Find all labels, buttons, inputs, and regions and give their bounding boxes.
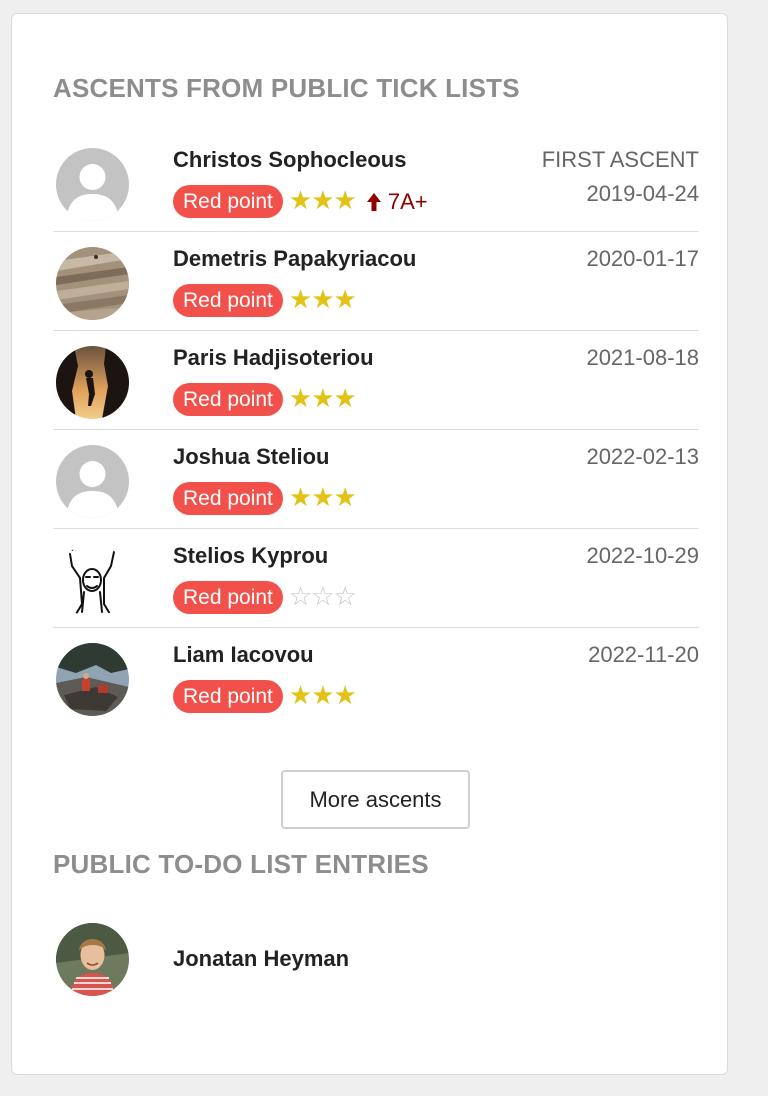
ascent-row: Liam Iacovou Red point ★★★ 2022-11-20 bbox=[53, 628, 699, 727]
ascent-meta: Red point ☆☆☆ bbox=[173, 581, 357, 614]
ascent-row: Christos Sophocleous Red point ★★★ 7A+ F… bbox=[53, 133, 699, 232]
ascent-meta: Red point ★★★ bbox=[173, 383, 357, 416]
ascents-list: Christos Sophocleous Red point ★★★ 7A+ F… bbox=[53, 133, 699, 727]
ascent-meta: Red point ★★★ bbox=[173, 284, 357, 317]
outdoor-photo-avatar[interactable] bbox=[56, 643, 129, 716]
ascent-meta: Red point ★★★ bbox=[173, 482, 357, 515]
climber-name-link[interactable]: Demetris Papakyriacou bbox=[173, 245, 416, 273]
climber-name-link[interactable]: Liam Iacovou bbox=[173, 641, 314, 669]
ascent-meta: Red point ★★★ bbox=[173, 680, 357, 713]
drawing-avatar[interactable] bbox=[56, 544, 129, 617]
ascents-section-title: ASCENTS FROM PUBLIC TICK LISTS bbox=[53, 73, 520, 103]
style-badge: Red point bbox=[173, 581, 283, 614]
more-ascents-button[interactable]: More ascents bbox=[281, 770, 470, 829]
star-rating: ★★★ bbox=[288, 285, 357, 315]
style-badge: Red point bbox=[173, 482, 283, 515]
climber-name-link[interactable]: Stelios Kyprou bbox=[173, 542, 328, 570]
climber-name-link[interactable]: Joshua Steliou bbox=[173, 443, 329, 471]
climber-name-link[interactable]: Christos Sophocleous bbox=[173, 146, 406, 174]
ascent-date: 2022-02-13 bbox=[586, 444, 699, 469]
star-rating: ★★★ bbox=[288, 384, 357, 414]
silhouette-photo-avatar[interactable] bbox=[56, 346, 129, 419]
ascent-date: 2021-08-18 bbox=[586, 345, 699, 370]
climber-name-link[interactable]: Paris Hadjisoteriou bbox=[173, 344, 374, 372]
ascent-meta: Red point ★★★ 7A+ bbox=[173, 185, 428, 218]
ascent-row: Joshua Steliou Red point ★★★ 2022-02-13 bbox=[53, 430, 699, 529]
star-rating: ★★★ bbox=[288, 483, 357, 513]
style-badge: Red point bbox=[173, 284, 283, 317]
todo-section-title: PUBLIC TO-DO LIST ENTRIES bbox=[53, 849, 429, 879]
star-rating: ☆☆☆ bbox=[288, 582, 357, 612]
style-badge: Red point bbox=[173, 185, 283, 218]
star-rating: ★★★ bbox=[288, 681, 357, 711]
arrow-up-icon bbox=[366, 192, 382, 212]
ascent-date: 2022-10-29 bbox=[586, 543, 699, 568]
ascents-card: ASCENTS FROM PUBLIC TICK LISTS Christos … bbox=[11, 13, 728, 1075]
ascent-date: 2019-04-24 bbox=[586, 181, 699, 206]
style-badge: Red point bbox=[173, 680, 283, 713]
climber-name-link[interactable]: Jonatan Heyman bbox=[173, 945, 349, 973]
ascent-date: 2022-11-20 bbox=[588, 642, 699, 667]
ascent-row: Demetris Papakyriacou Red point ★★★ 2020… bbox=[53, 232, 699, 331]
default-avatar[interactable] bbox=[56, 148, 129, 221]
portrait-photo-avatar[interactable] bbox=[56, 923, 129, 996]
rock-photo-avatar[interactable] bbox=[56, 247, 129, 320]
ascent-row: Paris Hadjisoteriou Red point ★★★ 2021-0… bbox=[53, 331, 699, 430]
suggested-grade: 7A+ bbox=[387, 189, 428, 214]
ascent-date: 2020-01-17 bbox=[586, 246, 699, 271]
ascent-row: Stelios Kyprou Red point ☆☆☆ 2022-10-29 bbox=[53, 529, 699, 628]
star-rating: ★★★ bbox=[288, 186, 357, 216]
first-ascent-label: FIRST ASCENT bbox=[541, 147, 699, 172]
style-badge: Red point bbox=[173, 383, 283, 416]
default-avatar[interactable] bbox=[56, 445, 129, 518]
todo-entry-row: Jonatan Heyman bbox=[53, 919, 699, 999]
